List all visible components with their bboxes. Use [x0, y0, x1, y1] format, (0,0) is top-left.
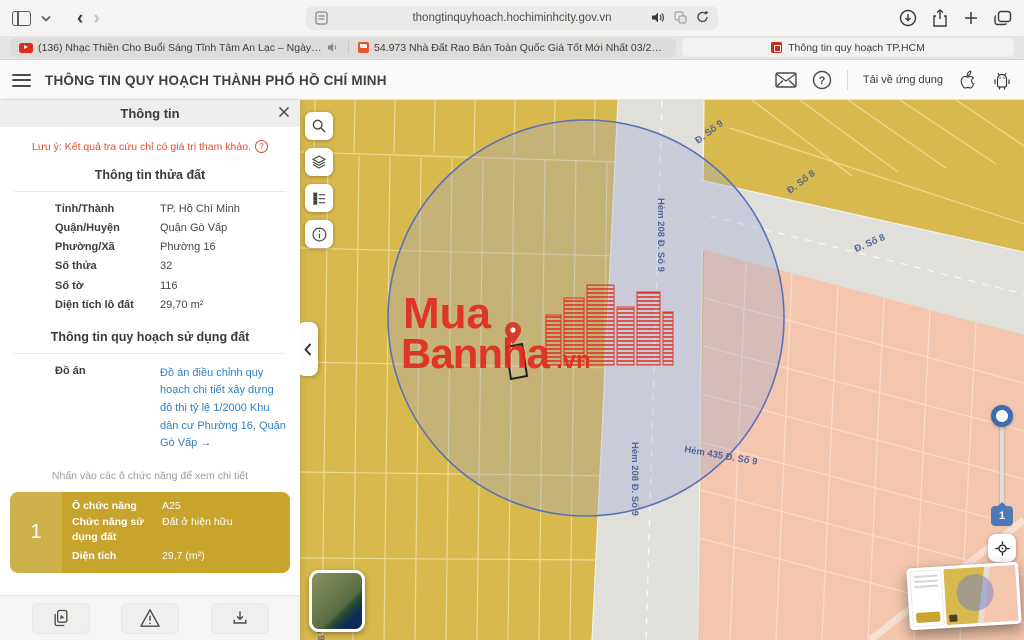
info-panel: Thông tin Lưu ý: Kết quả tra cứu chỉ có …: [0, 100, 300, 640]
page-title: THÔNG TIN QUY HOẠCH THÀNH PHỐ HỒ CHÍ MIN…: [45, 73, 387, 88]
tab-label: 54.973 Nhà Đất Rao Bán Toàn Quốc Giá Tốt…: [374, 42, 667, 54]
planning-map[interactable]: Đ. Số 9 Hẻm 208 Đ. Số 9 Hẻm 208 Đ. Số 9 …: [300, 100, 1024, 640]
new-tab-icon[interactable]: [963, 10, 979, 26]
map-canvas: Đ. Số 9 Hẻm 208 Đ. Số 9 Hẻm 208 Đ. Số 9 …: [300, 100, 1024, 640]
panel-titlebar: Thông tin: [0, 100, 300, 127]
zoom-level-badge[interactable]: 1: [991, 506, 1013, 526]
tab-label: Thông tin quy hoạch TP.HCM: [788, 42, 925, 54]
share-icon[interactable]: [932, 9, 948, 27]
zone-row: Ô chức năngA25: [72, 499, 280, 514]
android-icon[interactable]: [992, 70, 1012, 91]
tab-quyhoach-active[interactable]: Thông tin quy hoạch TP.HCM: [682, 38, 1014, 57]
field-row: Quận/HuyệnQuận Gò Vấp: [0, 218, 300, 237]
street-label: Hẻm 208 Đ. Số 9: [629, 442, 640, 516]
map-layers-button[interactable]: [305, 148, 333, 176]
reload-icon[interactable]: [696, 10, 709, 24]
map-info-button[interactable]: [305, 220, 333, 248]
svg-text:?: ?: [818, 75, 825, 87]
panel-footer: [0, 595, 300, 640]
street-label: Hẻm 208 Đ. Số 9: [655, 198, 666, 272]
parcel-section-title: Thông tin thửa đất: [0, 168, 300, 182]
svg-text:.vn: .vn: [556, 347, 591, 374]
field-row: Diện tích lô đất29,70 m²: [0, 295, 300, 314]
url-text: thongtinquyhoach.hochiminhcity.gov.vn: [412, 12, 611, 24]
zone-card[interactable]: 1 Ô chức năngA25 Chức năng sử dụng đấtĐấ…: [10, 492, 290, 573]
zone-row: Diện tích29,7 (m²): [72, 549, 280, 564]
download-report-button[interactable]: [211, 603, 269, 634]
help-icon[interactable]: ?: [812, 70, 832, 90]
audio-playing-icon[interactable]: [651, 11, 665, 24]
tab-strip: (136) Nhạc Thiền Cho Buổi Sáng Tĩnh Tâm …: [0, 36, 1024, 60]
project-label: Đồ án: [55, 365, 160, 453]
page-header: THÔNG TIN QUY HOẠCH THÀNH PHỐ HỒ CHÍ MIN…: [0, 61, 1024, 100]
field-row: Số tờ116: [0, 276, 300, 295]
chevron-down-icon[interactable]: [41, 15, 51, 22]
preview-panel: [909, 569, 944, 627]
map-toolbar: [305, 112, 333, 248]
browser-window: ‹ › thongtinquyhoach.hochiminhcity.gov.v…: [0, 0, 1024, 640]
project-link[interactable]: Đồ án điều chỉnh quy hoạch chi tiết xây …: [160, 365, 288, 453]
screenshot-preview[interactable]: [906, 562, 1022, 631]
sidebar-toggle-icon[interactable]: [12, 11, 31, 26]
download-app-label[interactable]: Tải về ứng dụng: [863, 74, 943, 86]
basemap-switcher-thumbnail[interactable]: [309, 570, 365, 632]
back-button[interactable]: ‹: [77, 9, 83, 28]
tab-batdongsan[interactable]: 54.973 Nhà Đất Rao Bán Toàn Quốc Giá Tốt…: [349, 38, 676, 57]
disclaimer-notice: Lưu ý: Kết quả tra cứu chỉ có giá trị th…: [10, 140, 290, 153]
flag-icon: [358, 42, 369, 53]
mail-icon[interactable]: [775, 72, 797, 88]
field-row: Phường/XãPhường 16: [0, 238, 300, 257]
zone-row: Chức năng sử dụng đấtĐất ở hiện hữu: [72, 515, 280, 545]
downloads-icon[interactable]: [899, 9, 917, 27]
project-row: Đồ án Đồ án điều chỉnh quy hoạch chi tiế…: [0, 358, 300, 453]
tab-audio-icon[interactable]: [327, 42, 339, 53]
close-icon[interactable]: [277, 105, 291, 119]
help-badge-icon[interactable]: ?: [255, 140, 268, 153]
field-row: Số thửa32: [0, 257, 300, 276]
panel-title: Thông tin: [120, 106, 179, 121]
divider: [14, 191, 286, 192]
report-issue-button[interactable]: [121, 603, 179, 634]
map-search-button[interactable]: [305, 112, 333, 140]
zone-hint: Nhấn vào các ô chức năng để xem chi tiết: [0, 470, 300, 482]
reader-icon[interactable]: [315, 11, 328, 25]
site-settings-icon[interactable]: [674, 11, 687, 24]
locate-me-button[interactable]: [988, 534, 1016, 562]
parcel-fields: Tỉnh/ThànhTP. Hồ Chí Minh Quận/HuyệnQuận…: [0, 199, 300, 315]
address-bar[interactable]: thongtinquyhoach.hochiminhcity.gov.vn: [306, 6, 718, 30]
divider: [14, 353, 286, 354]
tab-label: (136) Nhạc Thiền Cho Buổi Sáng Tĩnh Tâm …: [38, 42, 322, 54]
copy-report-button[interactable]: [32, 603, 90, 634]
menu-icon[interactable]: [12, 74, 31, 87]
tab-youtube[interactable]: (136) Nhạc Thiền Cho Buổi Sáng Tĩnh Tâm …: [10, 38, 348, 57]
panel-collapse-handle[interactable]: [300, 322, 318, 376]
tab-overview-icon[interactable]: [994, 10, 1012, 26]
header-divider: [847, 70, 848, 90]
forward-button[interactable]: ›: [93, 9, 99, 28]
youtube-icon: [19, 43, 33, 53]
apple-icon[interactable]: [958, 70, 977, 91]
preview-map: [943, 565, 1018, 625]
svg-text:Bannha: Bannha: [401, 330, 551, 377]
browser-titlebar: ‹ › thongtinquyhoach.hochiminhcity.gov.v…: [0, 0, 1024, 36]
site-favicon: [771, 42, 782, 53]
zoom-slider-track[interactable]: [1000, 420, 1004, 510]
planning-section-title: Thông tin quy hoạch sử dụng đất: [0, 330, 300, 344]
field-row: Tỉnh/ThànhTP. Hồ Chí Minh: [0, 199, 300, 218]
zone-index: 1: [10, 492, 62, 573]
zoom-slider-handle[interactable]: [991, 405, 1013, 427]
map-legend-button[interactable]: [305, 184, 333, 212]
